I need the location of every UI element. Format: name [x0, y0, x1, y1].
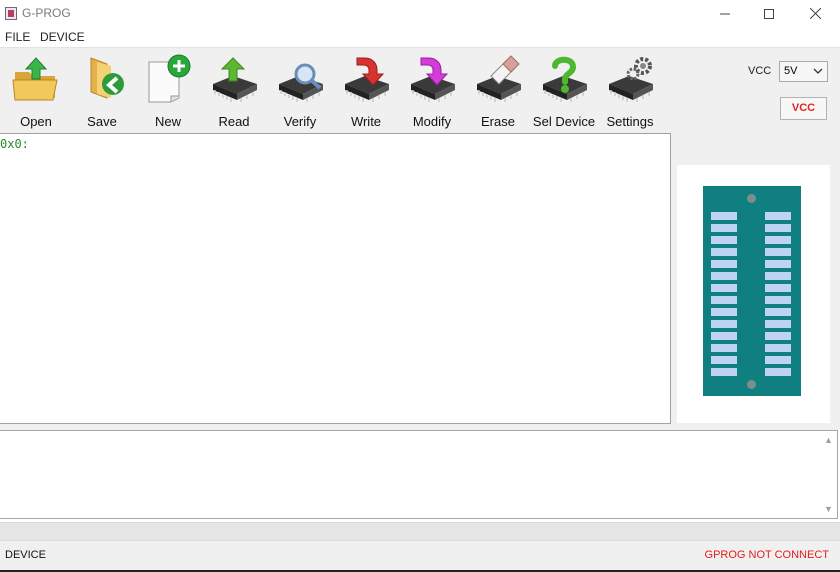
chip-pin-right [765, 296, 791, 304]
sel-device-button[interactable]: Sel Device [531, 52, 597, 129]
verify-button[interactable]: Verify [267, 52, 333, 129]
toolbar: Open Save New Read Verify Write Modify E… [0, 47, 840, 129]
chip-bottom-marker [747, 380, 756, 389]
read-label: Read [218, 114, 250, 129]
chip-pin-left [711, 308, 737, 316]
chip-pin-left [711, 236, 737, 244]
verify-label: Verify [283, 114, 317, 129]
chip-pin-right [765, 344, 791, 352]
minimize-button[interactable] [702, 0, 748, 27]
chip-pin-left [711, 356, 737, 364]
chip-pin-right [765, 320, 791, 328]
maximize-icon [764, 8, 774, 19]
chip-pin-right [765, 272, 791, 280]
settings-button[interactable]: Settings [597, 52, 663, 129]
vcc-button[interactable]: VCC [780, 97, 827, 120]
window-title: G-PROG [22, 6, 71, 20]
save-button[interactable]: Save [69, 52, 135, 129]
app-icon [5, 7, 17, 20]
open-label: Open [20, 114, 52, 129]
chip-pin-right [765, 284, 791, 292]
chip-body [703, 186, 801, 396]
vcc-selected-value: 5V [784, 65, 798, 77]
chip-pin-left [711, 260, 737, 268]
chip-pin-left [711, 332, 737, 340]
chip-pin-right [765, 356, 791, 364]
hex-line: 0x0: [0, 137, 29, 151]
chip-pin-left [711, 272, 737, 280]
chip-pin-right [765, 260, 791, 268]
verify-chip-icon [279, 63, 323, 102]
chip-pin-right [765, 308, 791, 316]
minimize-icon [720, 13, 730, 14]
menu-file[interactable]: FILE [5, 30, 30, 44]
menu-device[interactable]: DEVICE [40, 30, 85, 44]
new-document-icon [148, 54, 191, 103]
modify-button[interactable]: Modify [399, 52, 465, 129]
scroll-down-icon[interactable]: ▼ [824, 505, 833, 514]
write-button[interactable]: Write [333, 52, 399, 129]
save-folder-icon [90, 57, 124, 99]
chip-pin-left [711, 368, 737, 376]
status-connection: GPROG NOT CONNECT [704, 549, 829, 561]
log-panel[interactable]: ▲ ▼ [0, 430, 838, 519]
status-device: DEVICE [5, 549, 46, 561]
erase-chip-icon [477, 55, 521, 102]
hex-view[interactable]: 0x0: [0, 133, 671, 424]
chip-pin-left [711, 296, 737, 304]
new-button[interactable]: New [135, 52, 201, 129]
chip-preview [677, 165, 830, 423]
log-scrollbar[interactable]: ▲ ▼ [820, 431, 837, 518]
maximize-button[interactable] [746, 0, 792, 27]
horizontal-scrollbar[interactable] [0, 522, 840, 540]
settings-chip-icon [609, 57, 653, 102]
scroll-up-icon[interactable]: ▲ [824, 436, 833, 445]
vcc-label: VCC [748, 65, 772, 77]
chevron-down-icon [813, 68, 823, 74]
read-button[interactable]: Read [201, 52, 267, 129]
open-button[interactable]: Open [3, 52, 69, 129]
close-button[interactable] [792, 0, 838, 27]
chip-pin-left [711, 344, 737, 352]
write-chip-icon [345, 57, 389, 102]
chip-pin-left [711, 212, 737, 220]
open-folder-icon [12, 57, 58, 101]
chip-pin-left [711, 320, 737, 328]
title-bar: G-PROG [0, 0, 840, 27]
erase-button[interactable]: Erase [465, 52, 531, 129]
chip-top-marker [747, 194, 756, 203]
settings-label: Settings [606, 114, 654, 129]
select-device-icon [543, 56, 587, 102]
new-label: New [154, 114, 181, 129]
erase-label: Erase [481, 114, 515, 129]
chip-pin-left [711, 224, 737, 232]
vcc-select[interactable]: 5V [779, 61, 828, 82]
chip-pin-right [765, 236, 791, 244]
modify-chip-icon [411, 57, 455, 102]
chip-pin-right [765, 248, 791, 256]
chip-pin-left [711, 284, 737, 292]
save-label: Save [87, 114, 117, 129]
close-icon [809, 8, 821, 19]
menu-bar: FILE DEVICE [0, 27, 840, 47]
chip-pin-right [765, 332, 791, 340]
read-chip-icon [213, 57, 257, 102]
chip-pin-right [765, 212, 791, 220]
write-label: Write [350, 114, 382, 129]
chip-pin-left [711, 248, 737, 256]
sel-device-label: Sel Device [532, 114, 596, 129]
chip-pin-right [765, 224, 791, 232]
status-bar: DEVICE GPROG NOT CONNECT [0, 540, 840, 570]
chip-pin-right [765, 368, 791, 376]
modify-label: Modify [412, 114, 452, 129]
